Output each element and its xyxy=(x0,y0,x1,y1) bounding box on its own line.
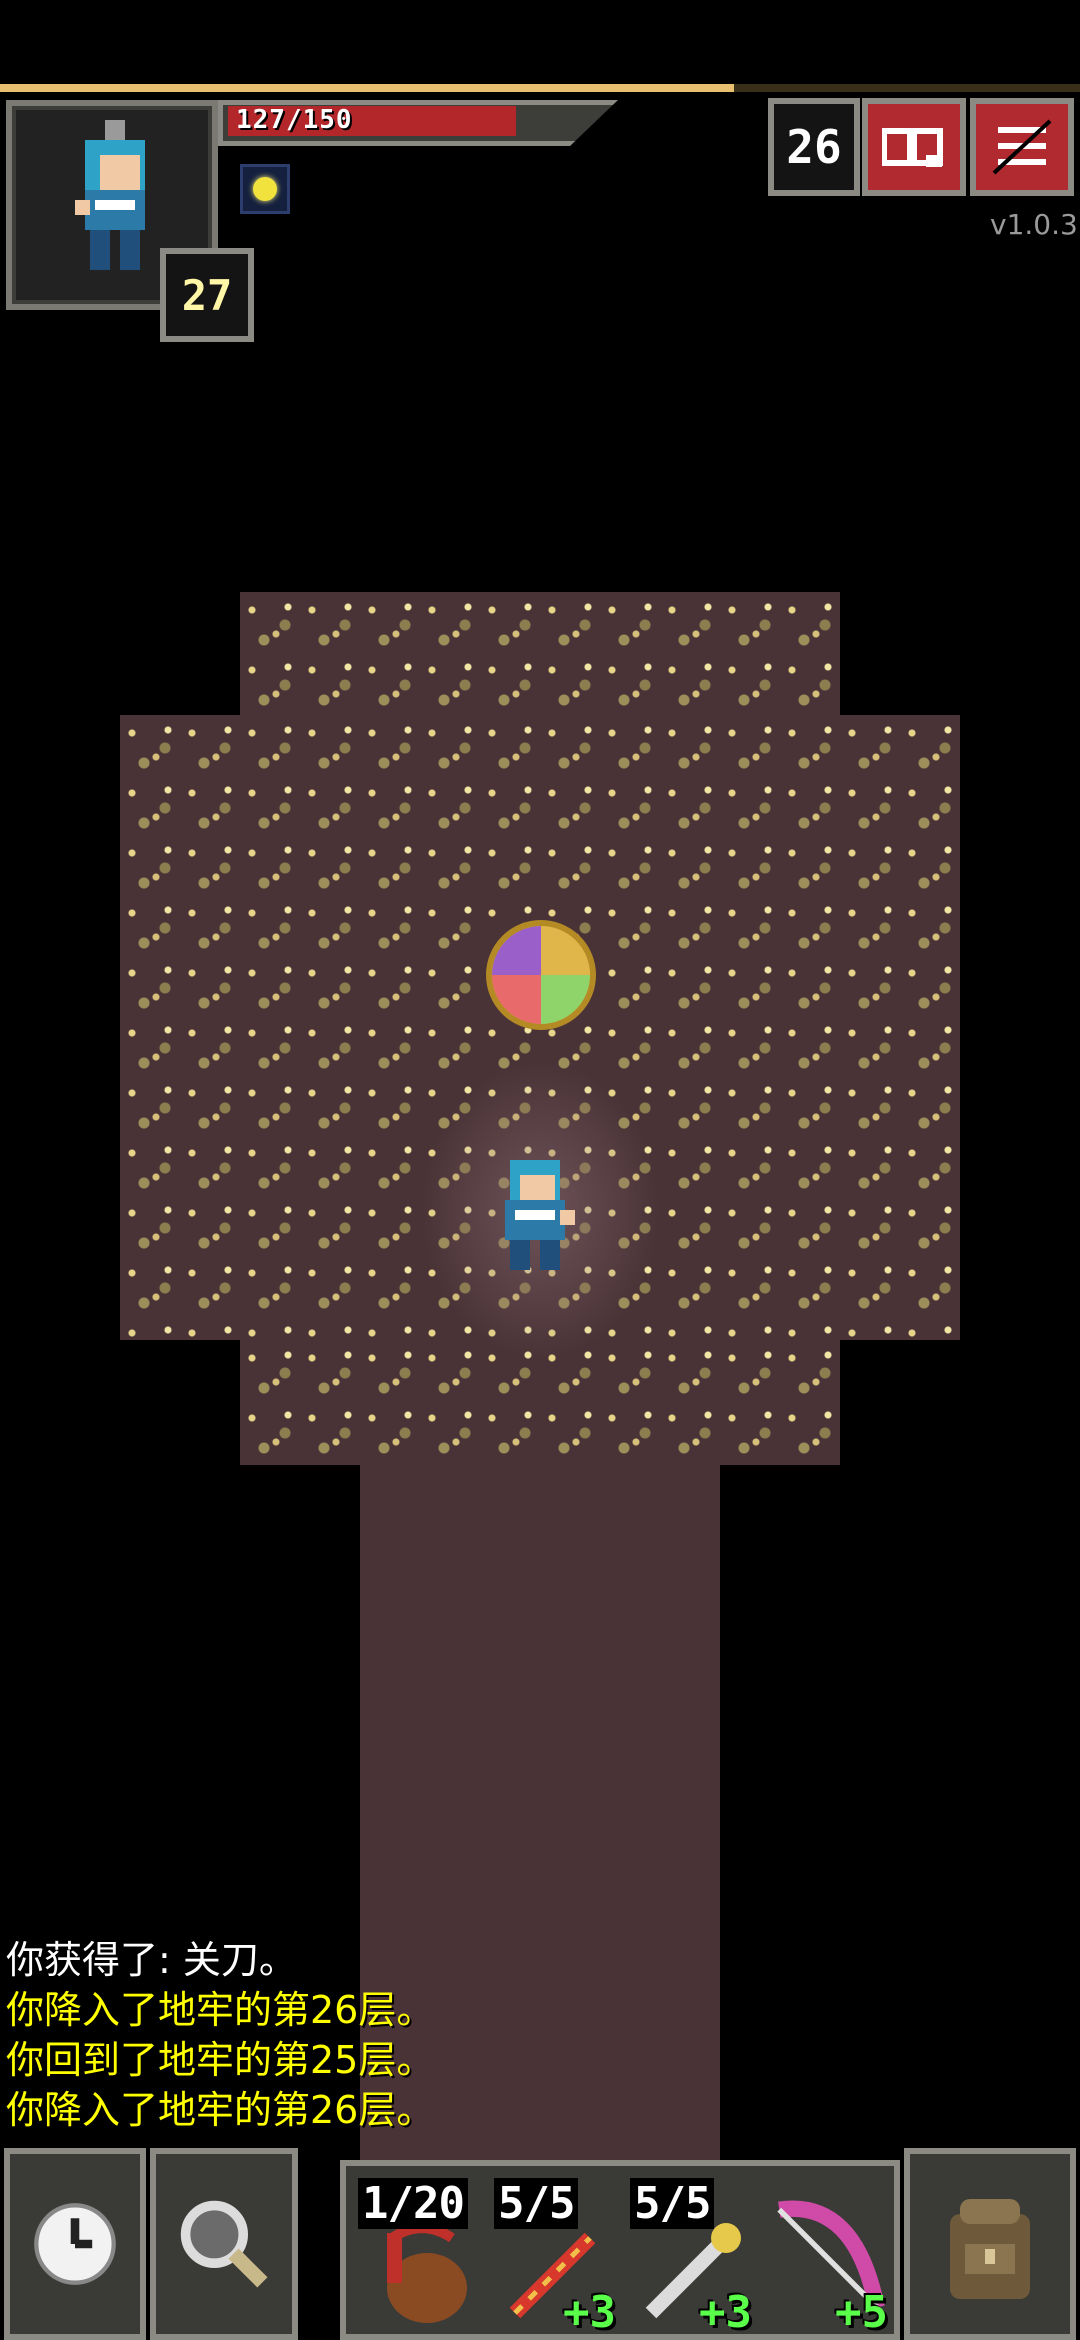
backpack-icon xyxy=(950,2199,1030,2299)
quickslot-count: 1/20 xyxy=(358,2178,468,2229)
quickslot-3[interactable]: 5/5 +3 xyxy=(626,2178,756,2338)
light-buff-icon[interactable] xyxy=(240,164,290,214)
hero-portrait-icon xyxy=(75,120,145,270)
quickslot-bar: 1/20 5/5 +3 5/5 +3 +5 xyxy=(340,2160,900,2340)
hero-level-badge: 27 xyxy=(160,248,254,342)
version-label: v1.0.3 xyxy=(990,208,1078,241)
menu-button[interactable] xyxy=(970,98,1074,196)
journal-button[interactable] xyxy=(862,98,966,196)
log-line: 你降入了地牢的第26层。 xyxy=(6,1988,435,2032)
log-line: 你降入了地牢的第26层。 xyxy=(6,2088,435,2132)
quickslot-bonus: +5 xyxy=(835,2287,888,2338)
waterskin-icon xyxy=(387,2223,467,2323)
backpack-button[interactable] xyxy=(904,2148,1076,2340)
quickslot-bonus: +3 xyxy=(563,2287,616,2338)
dungeon-depth-badge: 26 xyxy=(768,98,860,196)
clock-icon xyxy=(34,2203,116,2285)
quickslot-2[interactable]: 5/5 +3 xyxy=(490,2178,620,2338)
amulet-of-yendor-icon[interactable] xyxy=(486,920,596,1030)
wait-button[interactable] xyxy=(4,2148,146,2340)
quickslot-4[interactable]: +5 xyxy=(762,2178,892,2338)
game-log: 你获得了: 关刀。 你降入了地牢的第26层。 你回到了地牢的第25层。 你降入了… xyxy=(6,1935,434,2135)
quickslot-bonus: +3 xyxy=(699,2287,752,2338)
journal-icon xyxy=(882,128,943,167)
health-text: 127/150 xyxy=(236,105,353,135)
quickslot-count: 5/5 xyxy=(630,2178,715,2229)
quickslot-count: 5/5 xyxy=(494,2178,579,2229)
hero-sprite[interactable] xyxy=(490,1160,580,1270)
menu-icon xyxy=(992,119,1052,175)
log-line: 你获得了: 关刀。 xyxy=(6,1938,297,1982)
grass-area-top[interactable] xyxy=(240,592,840,717)
search-button[interactable] xyxy=(150,2148,298,2340)
log-line: 你回到了地牢的第25层。 xyxy=(6,2038,435,2082)
experience-bar-fill xyxy=(0,84,734,92)
quickslot-1[interactable]: 1/20 xyxy=(354,2178,484,2338)
magnifier-icon xyxy=(180,2200,268,2288)
